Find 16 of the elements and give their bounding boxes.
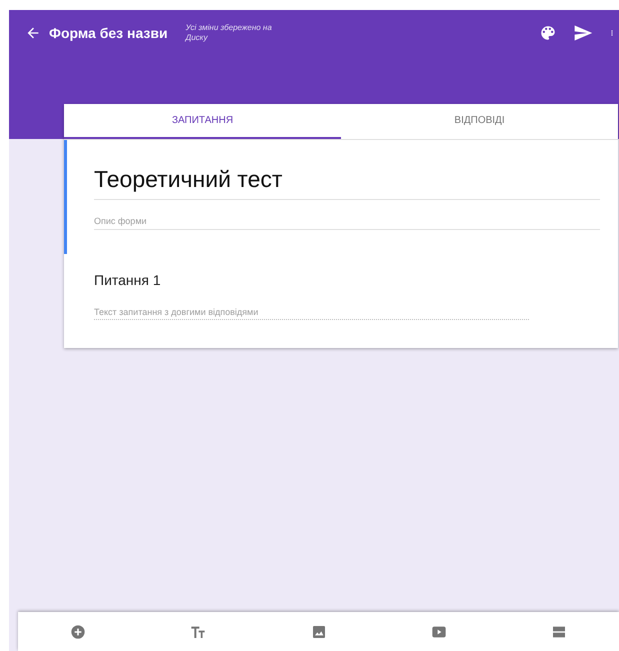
image-icon[interactable] xyxy=(310,624,326,640)
save-status: Усі зміни збережено на Диску xyxy=(186,23,273,43)
add-icon[interactable] xyxy=(70,624,86,640)
form-title-field[interactable]: Теоретичний тест xyxy=(94,166,600,200)
video-icon[interactable] xyxy=(430,624,447,640)
tab[interactable]: ЗАПИТАННЯ xyxy=(64,104,341,139)
question-title: Питання 1 xyxy=(94,272,162,288)
send-icon[interactable] xyxy=(573,23,593,43)
form-title: Форма без назви xyxy=(49,25,168,41)
description-field[interactable]: Опис форми xyxy=(94,216,600,230)
back-arrow-icon[interactable] xyxy=(25,25,41,41)
tab[interactable]: ВІДПОВІДІ xyxy=(341,104,618,139)
section-icon[interactable] xyxy=(550,624,567,640)
question-text-field[interactable]: Текст запитання з довгими відповідями xyxy=(94,307,529,320)
title-text-icon[interactable] xyxy=(190,624,206,640)
palette-icon[interactable] xyxy=(539,24,557,42)
